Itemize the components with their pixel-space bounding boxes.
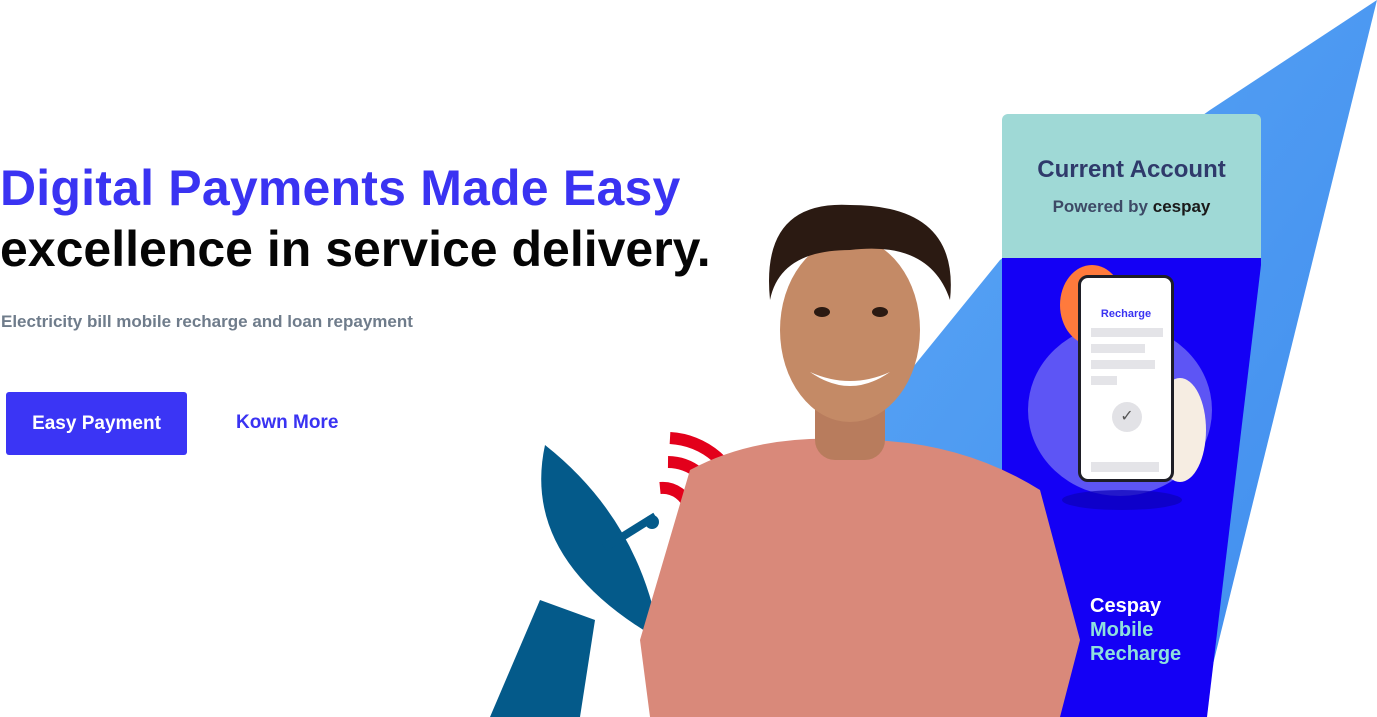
placeholder-bar — [1091, 462, 1159, 472]
card-title: Current Account — [1037, 156, 1226, 183]
powered-by-label: Powered by cespay — [1002, 197, 1261, 217]
product-label: Cespay Mobile Recharge — [1090, 594, 1181, 666]
hero-heading: Digital Payments Made Easy excellence in… — [0, 158, 760, 280]
powered-prefix: Powered by — [1052, 197, 1148, 216]
brand-name: cespay — [1152, 197, 1211, 216]
current-account-card: Current Account Powered by cespay — [1002, 114, 1261, 258]
know-more-link[interactable]: Kown More — [236, 412, 338, 434]
placeholder-bar — [1091, 344, 1145, 353]
check-icon: ✓ — [1112, 402, 1142, 432]
placeholder-bar — [1091, 328, 1163, 337]
phone-screen-title: Recharge — [1100, 308, 1152, 320]
phone-mockup: Recharge ✓ — [1078, 275, 1174, 482]
satellite-dish-icon — [490, 445, 660, 717]
headline-main: excellence in service delivery. — [0, 221, 711, 277]
placeholder-bar — [1091, 376, 1117, 385]
card-shadow — [1062, 490, 1182, 510]
placeholder-bar — [1091, 360, 1155, 369]
headline-accent: Digital Payments Made Easy — [0, 160, 681, 216]
hero-subtitle: Electricity bill mobile recharge and loa… — [1, 312, 413, 331]
product-line1: Cespay — [1090, 595, 1162, 617]
product-line3: Recharge — [1090, 643, 1182, 665]
product-line2: Mobile — [1090, 619, 1154, 641]
easy-payment-button[interactable]: Easy Payment — [6, 392, 187, 455]
